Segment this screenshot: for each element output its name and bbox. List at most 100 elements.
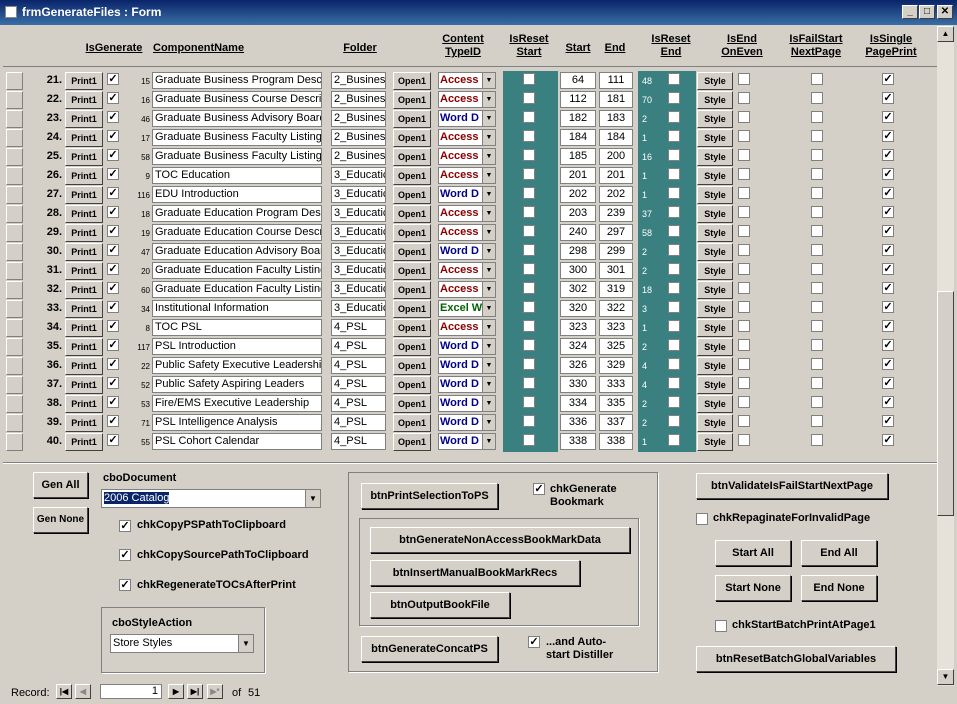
isfailstart-checkbox[interactable] <box>811 73 823 85</box>
content-type-combo[interactable]: Access ▼ <box>438 72 496 89</box>
btn-insert-manual[interactable]: btnInsertManualBookMarkRecs <box>370 560 580 586</box>
isresetstart-checkbox[interactable] <box>523 263 535 275</box>
isgenerate-checkbox[interactable]: ✓ <box>107 263 119 275</box>
record-selector[interactable] <box>6 281 23 299</box>
open-button[interactable]: Open1 <box>393 395 431 413</box>
print-button[interactable]: Print1 <box>65 148 103 166</box>
style-button[interactable]: Style <box>697 338 733 356</box>
btn-generate-concat[interactable]: btnGenerateConcatPS <box>361 636 498 662</box>
style-button[interactable]: Style <box>697 91 733 109</box>
isresetstart-checkbox[interactable] <box>523 358 535 370</box>
isendoneven-checkbox[interactable] <box>738 358 750 370</box>
isresetstart-checkbox[interactable] <box>523 339 535 351</box>
folder-field[interactable]: 4_PSL <box>331 338 386 355</box>
isresetstart-checkbox[interactable] <box>523 415 535 427</box>
folder-field[interactable]: 4_PSL <box>331 357 386 374</box>
isgenerate-checkbox[interactable]: ✓ <box>107 73 119 85</box>
content-type-combo[interactable]: Access ▼ <box>438 224 496 241</box>
record-selector[interactable] <box>6 224 23 242</box>
isresetstart-checkbox[interactable] <box>523 111 535 123</box>
isgenerate-checkbox[interactable]: ✓ <box>107 149 119 161</box>
end-field[interactable]: 301 <box>599 262 633 279</box>
start-field[interactable]: 330 <box>560 376 596 393</box>
isfailstart-checkbox[interactable] <box>811 225 823 237</box>
end-field[interactable]: 323 <box>599 319 633 336</box>
isfailstart-checkbox[interactable] <box>811 377 823 389</box>
style-button[interactable]: Style <box>697 376 733 394</box>
isresetstart-checkbox[interactable] <box>523 244 535 256</box>
minimize-button[interactable]: _ <box>902 5 918 19</box>
open-button[interactable]: Open1 <box>393 262 431 280</box>
open-button[interactable]: Open1 <box>393 110 431 128</box>
isgenerate-checkbox[interactable]: ✓ <box>107 434 119 446</box>
issingle-checkbox[interactable]: ✓ <box>882 320 894 332</box>
end-field[interactable]: 329 <box>599 357 633 374</box>
issingle-checkbox[interactable]: ✓ <box>882 377 894 389</box>
content-type-combo[interactable]: Access ▼ <box>438 262 496 279</box>
start-field[interactable]: 302 <box>560 281 596 298</box>
isfailstart-checkbox[interactable] <box>811 434 823 446</box>
print-button[interactable]: Print1 <box>65 338 103 356</box>
end-field[interactable]: 319 <box>599 281 633 298</box>
start-field[interactable]: 298 <box>560 243 596 260</box>
issingle-checkbox[interactable]: ✓ <box>882 92 894 104</box>
component-name-field[interactable]: TOC PSL <box>152 319 322 336</box>
isresetend-checkbox[interactable] <box>668 301 680 313</box>
component-name-field[interactable]: Institutional Information <box>152 300 322 317</box>
dropdown-arrow-icon[interactable]: ▼ <box>482 206 495 221</box>
isendoneven-checkbox[interactable] <box>738 301 750 313</box>
style-button[interactable]: Style <box>697 186 733 204</box>
end-field[interactable]: 184 <box>599 129 633 146</box>
isresetstart-checkbox[interactable] <box>523 206 535 218</box>
start-field[interactable]: 320 <box>560 300 596 317</box>
style-button[interactable]: Style <box>697 243 733 261</box>
isresetstart-checkbox[interactable] <box>523 130 535 142</box>
isendoneven-checkbox[interactable] <box>738 225 750 237</box>
end-field[interactable]: 183 <box>599 110 633 127</box>
isresetstart-checkbox[interactable] <box>523 320 535 332</box>
style-button[interactable]: Style <box>697 281 733 299</box>
open-button[interactable]: Open1 <box>393 186 431 204</box>
isgenerate-checkbox[interactable]: ✓ <box>107 244 119 256</box>
open-button[interactable]: Open1 <box>393 72 431 90</box>
dropdown-arrow-icon[interactable]: ▼ <box>482 415 495 430</box>
isendoneven-checkbox[interactable] <box>738 396 750 408</box>
style-button[interactable]: Style <box>697 148 733 166</box>
style-button[interactable]: Style <box>697 110 733 128</box>
folder-field[interactable]: 2_Business <box>331 91 386 108</box>
style-button[interactable]: Style <box>697 395 733 413</box>
isresetend-checkbox[interactable] <box>668 206 680 218</box>
isfailstart-checkbox[interactable] <box>811 358 823 370</box>
open-button[interactable]: Open1 <box>393 205 431 223</box>
isresetend-checkbox[interactable] <box>668 320 680 332</box>
print-button[interactable]: Print1 <box>65 357 103 375</box>
isgenerate-checkbox[interactable]: ✓ <box>107 358 119 370</box>
isendoneven-checkbox[interactable] <box>738 111 750 123</box>
start-field[interactable]: 203 <box>560 205 596 222</box>
dropdown-arrow-icon[interactable]: ▼ <box>482 339 495 354</box>
dropdown-arrow-icon[interactable]: ▼ <box>238 635 253 652</box>
content-type-combo[interactable]: Word D ▼ <box>438 414 496 431</box>
issingle-checkbox[interactable]: ✓ <box>882 225 894 237</box>
print-button[interactable]: Print1 <box>65 433 103 451</box>
dropdown-arrow-icon[interactable]: ▼ <box>482 111 495 126</box>
component-name-field[interactable]: PSL Introduction <box>152 338 322 355</box>
record-selector[interactable] <box>6 186 23 204</box>
end-field[interactable]: 335 <box>599 395 633 412</box>
isendoneven-checkbox[interactable] <box>738 415 750 427</box>
component-name-field[interactable]: Graduate Business Advisory Board <box>152 110 322 127</box>
component-name-field[interactable]: Graduate Education Faculty Listing <box>152 281 322 298</box>
btn-generate-nonaccess[interactable]: btnGenerateNonAccessBookMarkData <box>370 527 630 553</box>
record-selector[interactable] <box>6 205 23 223</box>
isgenerate-checkbox[interactable]: ✓ <box>107 282 119 294</box>
component-name-field[interactable]: Graduate Education Program Descr <box>152 205 322 222</box>
isendoneven-checkbox[interactable] <box>738 282 750 294</box>
isendoneven-checkbox[interactable] <box>738 320 750 332</box>
isfailstart-checkbox[interactable] <box>811 130 823 142</box>
issingle-checkbox[interactable]: ✓ <box>882 244 894 256</box>
style-button[interactable]: Style <box>697 433 733 451</box>
component-name-field[interactable]: Graduate Education Course Descrip <box>152 224 322 241</box>
isendoneven-checkbox[interactable] <box>738 73 750 85</box>
content-type-combo[interactable]: Access ▼ <box>438 91 496 108</box>
isgenerate-checkbox[interactable]: ✓ <box>107 377 119 389</box>
